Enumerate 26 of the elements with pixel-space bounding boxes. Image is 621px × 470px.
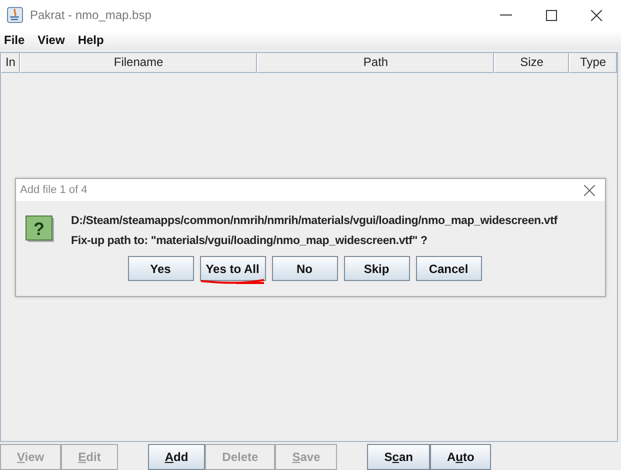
dialog-title: Add file 1 of 4: [20, 184, 88, 196]
column-header[interactable]: Size: [494, 53, 570, 73]
dialog-button[interactable]: No: [272, 256, 338, 281]
column-header[interactable]: Path: [257, 53, 494, 73]
toolbar-button[interactable]: Add: [148, 444, 206, 470]
dialog-button[interactable]: Skip: [344, 256, 410, 281]
toolbar-button[interactable]: Scan: [367, 444, 430, 470]
minimize-icon[interactable]: [500, 14, 512, 16]
close-icon[interactable]: [584, 184, 595, 196]
column-header[interactable]: Filename: [20, 53, 258, 73]
message-text: D:/Steam/steamapps/common/nmrih/nmrih/materials/vgui/loading/nmo_map_widescreen.vtf: [71, 214, 558, 229]
message-text: Fix-up path to: "materials/vgui/loading/nmo_map_widescreen.vtf" ?: [71, 234, 428, 249]
menu-item[interactable]: File: [4, 33, 25, 47]
column-header[interactable]: In: [1, 53, 20, 73]
dialog-button[interactable]: Yes to All: [200, 256, 266, 281]
maximize-icon[interactable]: [546, 10, 557, 20]
dialog-button[interactable]: Yes: [128, 256, 194, 281]
column-header[interactable]: Type: [569, 53, 617, 73]
question-icon: ?: [25, 215, 55, 243]
app-icon: [7, 7, 23, 23]
menu-item[interactable]: View: [38, 33, 65, 47]
window-title: Pakrat - nmo_map.bsp: [30, 8, 152, 22]
close-icon[interactable]: [591, 10, 602, 20]
menu-item[interactable]: Help: [78, 33, 104, 47]
dialog-button[interactable]: Cancel: [416, 256, 482, 281]
toolbar-button[interactable]: Auto: [430, 444, 492, 470]
